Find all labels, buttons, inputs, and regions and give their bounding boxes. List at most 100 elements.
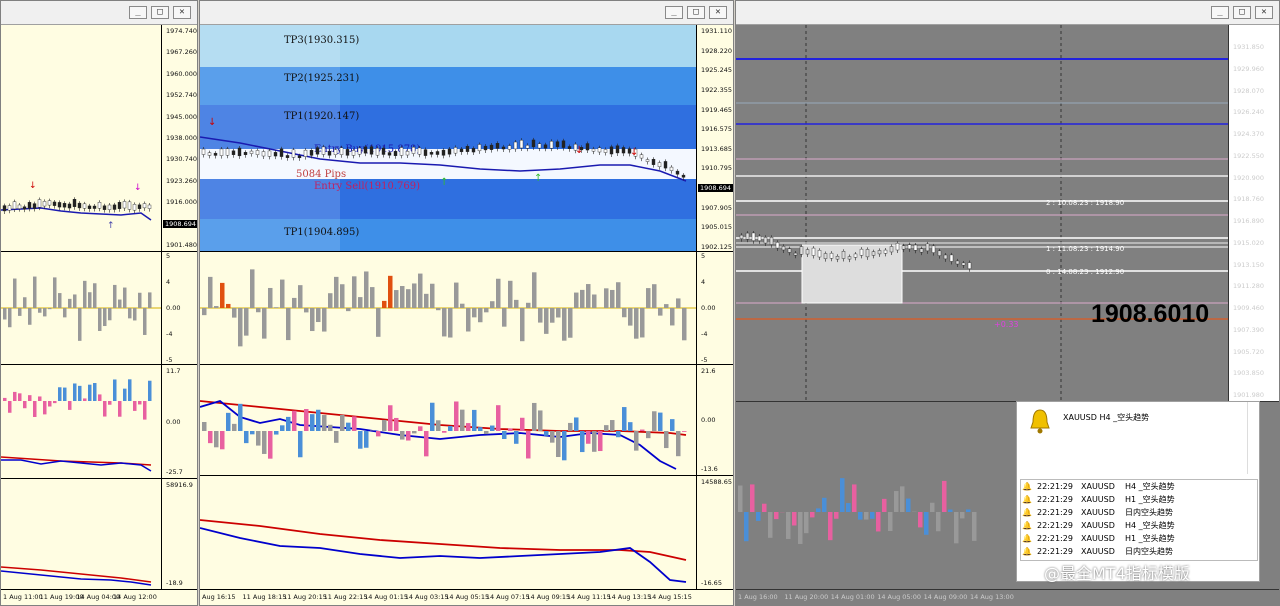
candle [97,202,102,209]
maximize-button[interactable]: □ [687,6,705,19]
candle [345,149,350,156]
alert-time: 22:21:29 [1037,482,1073,491]
candle [339,147,344,155]
bar [73,294,77,308]
time-label: 11 Aug 20:00 [784,593,829,601]
bar [658,412,663,431]
bar [810,512,815,518]
bar [520,417,525,431]
close-button[interactable]: ✕ [709,6,727,19]
alert-row[interactable]: 🔔 22:21:29 XAUUSD H4 _空头趋势 [1021,480,1257,493]
candle [651,159,656,165]
left-chart-window[interactable]: _ □ ✕ ↓ ↓ ↑ 1974.740 1967.260 1960.000 1952… [0,0,198,606]
bar [232,308,237,318]
bar [532,402,537,431]
candle [681,174,686,178]
left-price-pane[interactable]: ↓ ↓ ↑ 1974.740 1967.260 1960.000 1952.740 19… [1,25,197,251]
candle [417,147,422,155]
right-price-pane[interactable]: 2 : 10.08.23 : 1918.90 1 : 11.08.23 : 19… [736,25,1279,401]
bar [406,289,411,308]
bar [738,485,743,512]
candle [393,151,398,156]
bar [634,308,639,339]
candle [787,248,792,253]
left-vol-lines [1,566,152,586]
axis-label: 11.7 [166,367,181,375]
middle-chart-window[interactable]: _ □ ✕ TP3(1930.315) TP2(1925.231) TP1(19… [199,0,734,606]
bar [256,431,261,446]
maximize-button[interactable]: □ [1233,6,1251,19]
alert-window[interactable]: XAUUSD H4 _空头趋势 🔔 22:21:29 XAUUSD H4 _空头趋势 🔔… [1016,401,1260,582]
bar [226,412,231,431]
maximize-button[interactable]: □ [151,6,169,19]
alert-row[interactable]: 🔔 22:21:29 XAUUSD H4 _空头趋势 [1021,519,1257,532]
alert-row[interactable]: 🔔 22:21:29 XAUUSD 日内空头趋势 [1021,506,1257,519]
candle [483,145,488,151]
bar [202,422,207,431]
bar [562,308,567,341]
candle [201,148,206,155]
candle [207,152,212,156]
axis-label: 1910.795 [701,164,733,173]
candle [531,139,536,148]
candle [255,150,260,155]
candle [351,150,356,156]
minimize-button[interactable]: _ [1211,6,1229,19]
right-chart-area [736,25,1228,401]
left-window-titlebar[interactable]: _ □ ✕ [1,1,197,25]
middle-vol-pane[interactable]: 14588.65 -16.65 [200,476,733,589]
axis-label: 1922.355 [701,85,733,94]
alert-top-scrollbar[interactable] [1247,402,1259,474]
middle-osc-pane[interactable]: 21.6 0.00 -13.6 [200,365,733,475]
time-label: 14 Aug 01:00 [830,593,875,601]
bar [568,422,573,431]
right-window-titlebar[interactable]: _ □ ✕ [736,1,1279,25]
candle [435,151,440,155]
bar [118,299,122,308]
bar [640,429,645,431]
candle [525,145,530,149]
right-price-axis[interactable]: 1931.850 1929.960 1928.070 1926.240 1924.370… [1228,25,1279,401]
minimize-button[interactable]: _ [665,6,683,19]
alert-list[interactable]: 🔔 22:21:29 XAUUSD H4 _空头趋势 🔔 22:21:29 XAUUSD H1… [1020,479,1258,561]
left-candles: ↓ ↓ ↑ [1,181,152,231]
candle [77,202,82,209]
middle-price-axis[interactable]: 1931.110 1928.220 1925.245 1922.355 1919.465… [696,25,733,251]
big-price-label: 1908.6010 [1091,300,1210,328]
middle-window-titlebar[interactable]: _ □ ✕ [200,1,733,25]
bar [586,284,591,308]
left-price-axis[interactable]: 1974.740 1967.260 1960.000 1952.740 1945.000… [161,25,197,251]
alert-row[interactable]: 🔔 22:21:29 XAUUSD H1 _空头趋势 [1021,532,1257,545]
level-1: 1 : 11.08.23 : 1914.90 [1046,245,1125,253]
axis-label: 1924.370 [1233,130,1265,138]
bar [328,293,333,308]
left-macd-pane[interactable]: 5 4 0.00 -4 -5 [1,252,197,364]
bar [83,280,87,308]
candle [835,256,840,260]
axis-label: 5 [166,252,171,260]
middle-macd-pane[interactable]: 5 4 0.00 -4 -5 [200,252,733,364]
middle-price-pane[interactable]: TP3(1930.315) TP2(1925.231) TP1(1920.147… [200,25,733,251]
close-button[interactable]: ✕ [173,6,191,19]
minimize-button[interactable]: _ [129,6,147,19]
alert-row[interactable]: 🔔 22:21:29 XAUUSD 日内空头趋势 [1021,545,1257,558]
alert-message: H4 _空头趋势 [1125,521,1175,530]
bar [592,431,597,452]
close-button[interactable]: ✕ [1255,6,1273,19]
bar [358,297,363,308]
axis-label: 1920.900 [1233,173,1265,182]
alert-row[interactable]: 🔔 22:21:29 XAUUSD H1 _空头趋势 [1021,493,1257,506]
bar [676,431,681,457]
bar [274,431,279,435]
time-label: 11 Aug 22:15 [323,593,368,601]
middle-osc-bars [200,400,687,470]
left-vol-pane[interactable]: 58916.9 -18.9 [1,479,197,589]
bar [38,396,42,401]
left-osc-bars [1,379,152,472]
candle [859,248,864,256]
bar [574,417,579,431]
bar [430,402,435,431]
left-osc-pane[interactable]: 11.7 0.00 -25.7 [1,365,197,478]
time-label: 14 Aug 09:00 [923,593,968,601]
candle [513,141,518,150]
